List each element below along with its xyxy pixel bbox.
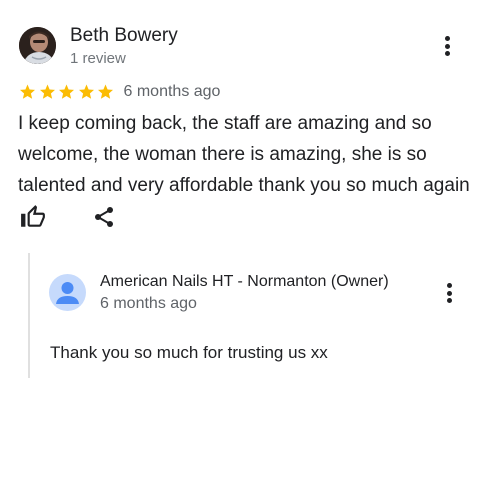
star-rating xyxy=(18,83,116,101)
owner-avatar[interactable] xyxy=(49,274,86,311)
reviewer-name[interactable]: Beth Bowery xyxy=(70,24,178,48)
reviewer-avatar[interactable] xyxy=(19,27,56,64)
review-date: 6 months ago xyxy=(123,83,221,100)
share-icon xyxy=(95,207,113,227)
reply-more-options-icon[interactable] xyxy=(440,281,460,305)
reply-text: Thank you so much for trusting us xx xyxy=(50,343,328,362)
review-count: 1 review xyxy=(70,50,126,67)
thumb-up-icon xyxy=(21,205,45,227)
star-icon xyxy=(39,84,55,99)
star-icon xyxy=(98,84,113,99)
owner-reply: American Nails HT - Normanton (Owner) 6 … xyxy=(28,253,470,378)
more-options-icon[interactable] xyxy=(438,34,458,58)
person-icon xyxy=(56,282,79,304)
star-icon xyxy=(59,84,74,99)
star-icon xyxy=(20,84,35,99)
reply-date: 6 months ago xyxy=(100,295,197,312)
reviewer-photo xyxy=(19,27,56,64)
owner-name[interactable]: American Nails HT - Normanton (Owner) xyxy=(100,271,389,293)
review-card: Beth Bowery 1 review 6 months ago I keep… xyxy=(0,0,480,480)
review-text: I keep coming back, the staff are amazin… xyxy=(18,113,470,196)
star-icon xyxy=(78,84,94,99)
like-button[interactable] xyxy=(20,204,46,230)
share-button[interactable] xyxy=(92,205,116,229)
rating-row: 6 months ago xyxy=(18,81,220,103)
